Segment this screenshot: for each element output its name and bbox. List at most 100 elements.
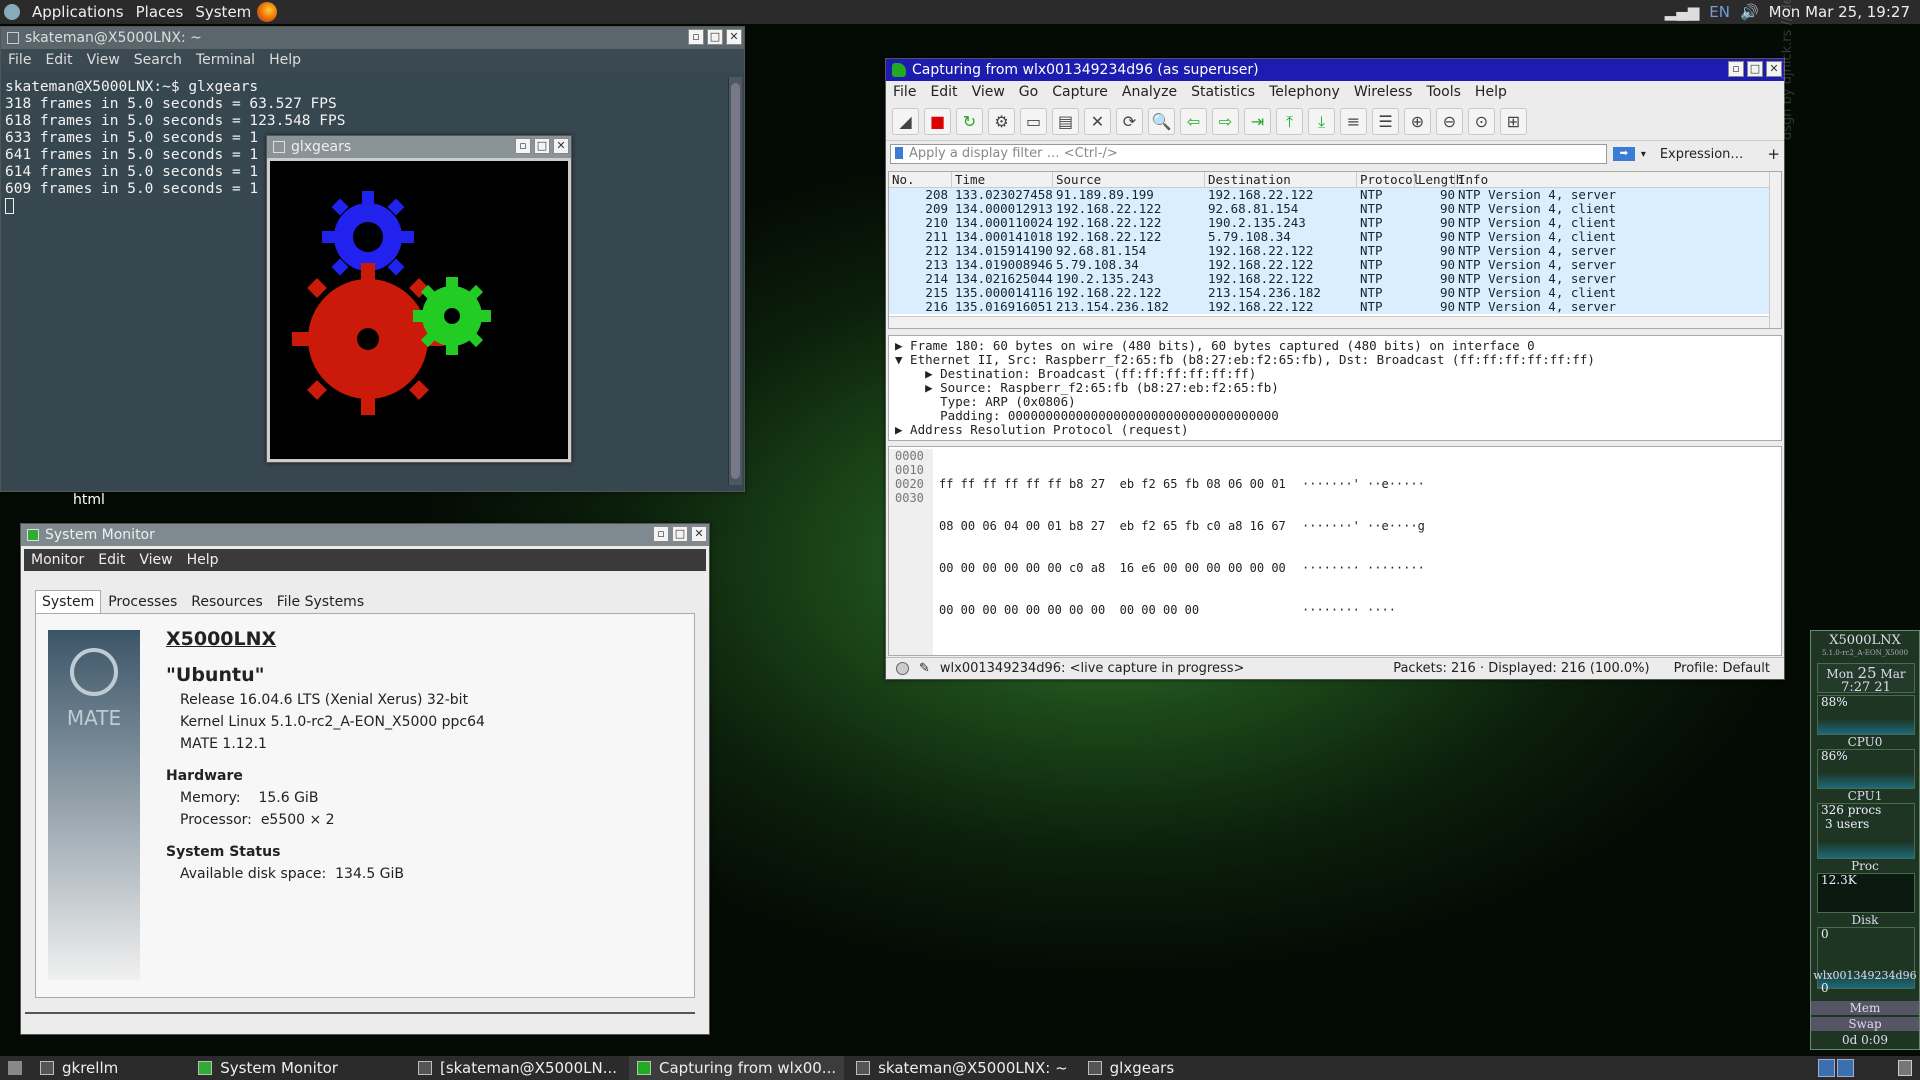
- display-filter-input[interactable]: Apply a display filter … <Ctrl-/>: [890, 144, 1607, 164]
- start-capture-icon[interactable]: ◢: [892, 108, 919, 135]
- menu-tools[interactable]: Tools: [1419, 84, 1468, 100]
- minimize-button[interactable]: ▫: [688, 29, 704, 45]
- stop-capture-icon[interactable]: ■: [924, 108, 951, 135]
- bookmark-icon[interactable]: [895, 147, 903, 159]
- desktop-icon-label[interactable]: html: [73, 492, 105, 508]
- column-protocol[interactable]: Protocol: [1357, 172, 1420, 187]
- maximize-button[interactable]: □: [707, 29, 723, 45]
- close-button[interactable]: ✕: [691, 526, 707, 542]
- close-button[interactable]: ✕: [553, 138, 569, 154]
- table-row[interactable]: 213 134.019008946 5.79.108.34 192.168.22.12…: [889, 258, 1781, 272]
- minimize-button[interactable]: ▫: [653, 526, 669, 542]
- colorize-icon[interactable]: ☰: [1372, 108, 1399, 135]
- detail-line[interactable]: Padding: 0000000000000000000000000000000…: [895, 409, 1781, 423]
- terminal-scrollbar[interactable]: [728, 77, 742, 485]
- table-row[interactable]: 209 134.000012913 192.168.22.122 92.68.81.1…: [889, 202, 1781, 216]
- detail-line[interactable]: ▶ Destination: Broadcast (ff:ff:ff:ff:ff…: [895, 367, 1781, 381]
- show-desktop-icon[interactable]: [8, 1061, 22, 1075]
- packet-details[interactable]: ▶ Frame 180: 60 bytes on wire (480 bits)…: [888, 335, 1782, 441]
- menu-edit[interactable]: Edit: [923, 84, 964, 100]
- task-glxgears[interactable]: glxgears: [1080, 1056, 1183, 1080]
- capture-options-icon[interactable]: ⚙: [988, 108, 1015, 135]
- hex-ascii[interactable]: ·······' ··e····· ·······' ··e····g ····…: [1302, 449, 1425, 645]
- filter-dropdown-icon[interactable]: ▾: [1641, 149, 1646, 160]
- close-file-icon[interactable]: ✕: [1084, 108, 1111, 135]
- packet-list-hscrollbar[interactable]: [889, 316, 1769, 328]
- add-filter-button[interactable]: +: [1767, 145, 1780, 163]
- task-gkrellm[interactable]: gkrellm: [32, 1056, 126, 1080]
- mate-menu-icon[interactable]: [4, 4, 20, 20]
- task-wireshark[interactable]: Capturing from wlx00...: [629, 1056, 845, 1080]
- menu-file[interactable]: File: [886, 84, 923, 100]
- packet-bytes[interactable]: 0000 0010 0020 0030 ff ff ff ff ff ff b8…: [888, 446, 1782, 656]
- detail-line[interactable]: ▶ Address Resolution Protocol (request): [895, 423, 1781, 437]
- expert-info-icon[interactable]: [896, 662, 909, 675]
- packet-list[interactable]: No. Time Source Destination Protocol Len…: [888, 171, 1782, 329]
- find-packet-icon[interactable]: 🔍: [1148, 108, 1175, 135]
- apply-filter-icon[interactable]: ➡: [1612, 147, 1635, 161]
- open-file-icon[interactable]: ▭: [1020, 108, 1047, 135]
- task-terminal-2[interactable]: skateman@X5000LNX: ~: [848, 1056, 1076, 1080]
- menu-view[interactable]: View: [132, 552, 179, 568]
- table-row[interactable]: 215 135.000014116 192.168.22.122 213.154.23…: [889, 286, 1781, 300]
- gkrellm-monitor[interactable]: X5000LNX 5.1.0-rc2_A-EON_X5000 Mon 25 Ma…: [1810, 630, 1920, 1050]
- menu-go[interactable]: Go: [1012, 84, 1045, 100]
- autoscroll-icon[interactable]: ≡: [1340, 108, 1367, 135]
- system-menu[interactable]: System: [189, 3, 257, 21]
- column-info[interactable]: Info: [1455, 172, 1781, 187]
- applications-menu[interactable]: Applications: [26, 3, 130, 21]
- minimize-button[interactable]: ▫: [515, 138, 531, 154]
- trash-icon[interactable]: [1898, 1060, 1912, 1076]
- menu-telephony[interactable]: Telephony: [1262, 84, 1347, 100]
- menu-edit[interactable]: Edit: [91, 552, 132, 568]
- menu-view[interactable]: View: [965, 84, 1012, 100]
- menu-statistics[interactable]: Statistics: [1184, 84, 1262, 100]
- firefox-icon[interactable]: [257, 2, 278, 22]
- tab-resources[interactable]: Resources: [184, 590, 270, 614]
- column-destination[interactable]: Destination: [1205, 172, 1357, 187]
- save-file-icon[interactable]: ▤: [1052, 108, 1079, 135]
- menu-terminal[interactable]: Terminal: [189, 52, 262, 68]
- menu-file[interactable]: File: [1, 52, 38, 68]
- maximize-button[interactable]: □: [1747, 61, 1763, 77]
- go-to-packet-icon[interactable]: ⇥: [1244, 108, 1271, 135]
- go-forward-icon[interactable]: ⇨: [1212, 108, 1239, 135]
- zoom-out-icon[interactable]: ⊖: [1436, 108, 1463, 135]
- column-length[interactable]: Length: [1415, 172, 1463, 187]
- system-monitor-titlebar[interactable]: System Monitor ▫ □ ✕: [21, 524, 709, 546]
- detail-line[interactable]: Type: ARP (0x0806): [895, 395, 1781, 409]
- task-system-monitor[interactable]: System Monitor: [190, 1056, 346, 1080]
- detail-line[interactable]: ▼ Ethernet II, Src: Raspberr_f2:65:fb (b…: [895, 353, 1781, 367]
- menu-analyze[interactable]: Analyze: [1115, 84, 1184, 100]
- minimize-button[interactable]: ▫: [1728, 61, 1744, 77]
- zoom-normal-icon[interactable]: ⊙: [1468, 108, 1495, 135]
- menu-help[interactable]: Help: [262, 52, 308, 68]
- menu-help[interactable]: Help: [1468, 84, 1514, 100]
- column-time[interactable]: Time: [952, 172, 1053, 187]
- maximize-button[interactable]: □: [534, 138, 550, 154]
- tab-system[interactable]: System: [35, 590, 102, 614]
- menu-view[interactable]: View: [80, 52, 127, 68]
- signal-icon[interactable]: ▂▄▆: [1665, 3, 1700, 21]
- table-row[interactable]: 208 133.023027458 91.189.89.199 192.168.22.…: [889, 188, 1781, 202]
- profile-label[interactable]: Profile: Default: [1674, 661, 1770, 676]
- maximize-button[interactable]: □: [672, 526, 688, 542]
- menu-help[interactable]: Help: [180, 552, 226, 568]
- menu-edit[interactable]: Edit: [38, 52, 79, 68]
- restart-capture-icon[interactable]: ↻: [956, 108, 983, 135]
- wireshark-titlebar[interactable]: Capturing from wlx001349234d96 (as super…: [886, 59, 1784, 81]
- volume-icon[interactable]: 🔊: [1740, 3, 1759, 21]
- table-row[interactable]: 212 134.015914190 92.68.81.154 192.168.22.1…: [889, 244, 1781, 258]
- first-packet-icon[interactable]: ⤒: [1276, 108, 1303, 135]
- terminal-titlebar[interactable]: skateman@X5000LNX: ~ ▫ □ ✕: [1, 27, 744, 49]
- expression-button[interactable]: Expression…: [1660, 147, 1744, 162]
- table-row[interactable]: 214 134.021625044 190.2.135.243 192.168.22.…: [889, 272, 1781, 286]
- menu-monitor[interactable]: Monitor: [24, 552, 91, 568]
- workspace-switcher[interactable]: [1818, 1059, 1854, 1077]
- menu-wireless[interactable]: Wireless: [1347, 84, 1420, 100]
- table-row[interactable]: 211 134.000141018 192.168.22.122 5.79.108.3…: [889, 230, 1781, 244]
- gears-render-area[interactable]: [270, 161, 568, 459]
- tab-processes[interactable]: Processes: [101, 590, 184, 614]
- places-menu[interactable]: Places: [130, 3, 190, 21]
- table-row[interactable]: 210 134.000110024 192.168.22.122 190.2.135.…: [889, 216, 1781, 230]
